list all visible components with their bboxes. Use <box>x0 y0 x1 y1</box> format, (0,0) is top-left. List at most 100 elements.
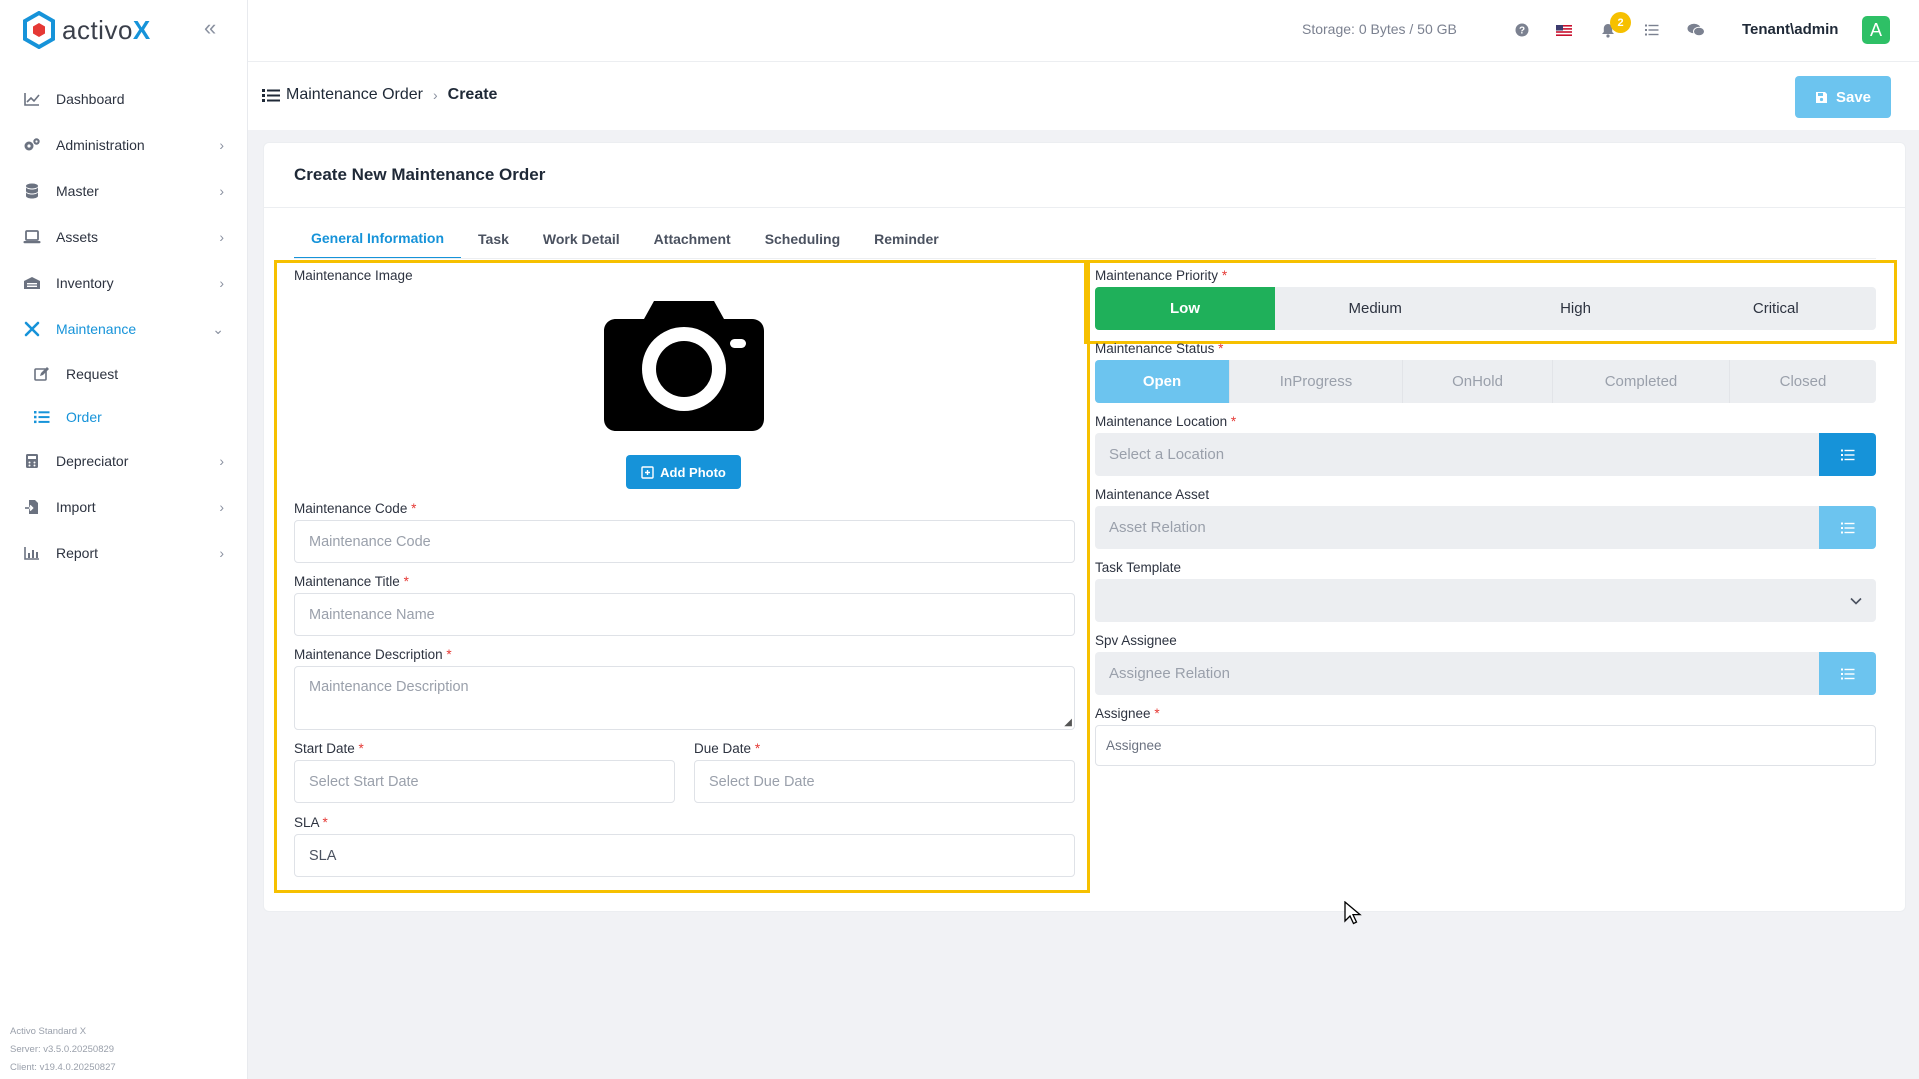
notification-badge: 2 <box>1610 12 1631 33</box>
priority-option-critical[interactable]: Critical <box>1676 287 1876 330</box>
chevron-right-icon: › <box>219 183 224 199</box>
laptop-icon <box>22 227 42 247</box>
chevron-right-icon: › <box>219 453 224 469</box>
page-header: Maintenance Order › Create Save <box>248 62 1919 130</box>
help-icon[interactable]: ? <box>1512 20 1532 40</box>
sidebar-item-report[interactable]: Report › <box>0 530 248 576</box>
tab-reminder[interactable]: Reminder <box>857 219 956 259</box>
maintenance-title-input[interactable]: Maintenance Name <box>294 593 1075 636</box>
asset-label: Maintenance Asset <box>1095 487 1210 502</box>
description-placeholder: Maintenance Description <box>309 679 469 695</box>
sidebar-item-maintenance[interactable]: Maintenance ⌄ <box>0 306 248 352</box>
sidebar: activoX « Dashboard Administration › Mas… <box>0 0 248 1079</box>
database-icon <box>22 181 42 201</box>
us-flag-icon[interactable] <box>1554 20 1574 40</box>
tabs-divider <box>294 258 1876 259</box>
sidebar-item-label: Maintenance <box>56 321 137 337</box>
save-button-label: Save <box>1835 88 1872 106</box>
sla-label: SLA * <box>294 815 328 830</box>
priority-option-high[interactable]: High <box>1475 287 1675 330</box>
assignee-label: Assignee * <box>1095 706 1160 721</box>
product-name: Activo Standard X <box>10 1026 87 1037</box>
app-logo[interactable]: activoX <box>22 10 151 50</box>
list-filter-icon <box>1840 668 1854 679</box>
resize-handle-icon[interactable]: ◢ <box>1064 717 1072 728</box>
spv-assignee-label: Spv Assignee <box>1095 633 1177 648</box>
hexagon-logo-icon <box>23 11 55 49</box>
priority-segmented-control: Low Medium High Critical <box>1095 287 1876 330</box>
sidebar-item-label: Import <box>56 499 96 515</box>
maintenance-description-textarea[interactable]: Maintenance Description ◢ <box>294 666 1075 730</box>
tools-icon <box>22 319 42 339</box>
sidebar-item-label: Dashboard <box>56 91 125 107</box>
asset-picker-button[interactable] <box>1819 506 1876 549</box>
sidebar-subitem-order[interactable]: Order <box>0 395 248 438</box>
camera-icon <box>604 301 764 431</box>
sidebar-item-assets[interactable]: Assets › <box>0 214 248 260</box>
tab-work-detail[interactable]: Work Detail <box>526 219 637 259</box>
chevron-down-icon: ⌄ <box>212 321 224 337</box>
sla-input[interactable]: SLA <box>294 834 1075 877</box>
priority-option-low[interactable]: Low <box>1095 287 1275 330</box>
sidebar-item-dashboard[interactable]: Dashboard <box>0 76 248 122</box>
assignee-input[interactable]: Assignee <box>1095 725 1876 766</box>
breadcrumb-parent[interactable]: Maintenance Order <box>286 86 423 104</box>
due-date-input[interactable]: Select Due Date <box>694 760 1075 803</box>
tenant-user[interactable]: Tenant\admin <box>1742 21 1838 38</box>
tab-general-information[interactable]: General Information <box>294 219 462 259</box>
sidebar-item-label: Administration <box>56 137 145 153</box>
sidebar-item-inventory[interactable]: Inventory › <box>0 260 248 306</box>
asset-select-input[interactable]: Asset Relation <box>1095 506 1819 549</box>
location-picker-button[interactable] <box>1819 433 1876 476</box>
sidebar-item-label: Report <box>56 545 99 561</box>
description-label: Maintenance Description * <box>294 647 452 662</box>
status-option-open[interactable]: Open <box>1095 360 1230 403</box>
add-photo-label: Add Photo <box>660 464 726 480</box>
sidebar-item-master[interactable]: Master › <box>0 168 248 214</box>
location-label: Maintenance Location * <box>1095 414 1237 429</box>
sidebar-item-label: Inventory <box>56 275 114 291</box>
spv-assignee-picker-button[interactable] <box>1819 652 1876 695</box>
priority-label: Maintenance Priority * <box>1095 268 1228 283</box>
maintenance-code-input[interactable]: Maintenance Code <box>294 520 1075 563</box>
task-template-select[interactable] <box>1095 579 1876 622</box>
list-icon <box>32 407 52 427</box>
add-photo-button[interactable]: Add Photo <box>626 455 741 489</box>
sidebar-subitem-request[interactable]: Request <box>0 352 248 395</box>
sidebar-item-depreciator[interactable]: Depreciator › <box>0 438 248 484</box>
tab-scheduling[interactable]: Scheduling <box>748 219 857 259</box>
location-select-input[interactable]: Select a Location <box>1095 433 1819 476</box>
chat-icon[interactable] <box>1686 20 1706 40</box>
start-date-label: Start Date * <box>294 741 364 756</box>
status-option-closed[interactable]: Closed <box>1730 360 1876 403</box>
calculator-icon <box>22 451 42 471</box>
start-date-input[interactable]: Select Start Date <box>294 760 675 803</box>
sidebar-item-administration[interactable]: Administration › <box>0 122 248 168</box>
chevron-right-icon: › <box>219 137 224 153</box>
tasks-list-icon[interactable] <box>1642 20 1662 40</box>
status-option-onhold[interactable]: OnHold <box>1403 360 1553 403</box>
image-plus-icon <box>641 465 654 479</box>
status-option-inprogress[interactable]: InProgress <box>1230 360 1403 403</box>
priority-option-medium[interactable]: Medium <box>1275 287 1475 330</box>
gears-icon <box>22 135 42 155</box>
server-version: Server: v3.5.0.20250829 <box>10 1044 115 1055</box>
sidebar-item-import[interactable]: Import › <box>0 484 248 530</box>
tab-task[interactable]: Task <box>461 219 526 259</box>
tab-attachment[interactable]: Attachment <box>637 219 748 259</box>
version-info: Activo Standard X Server: v3.5.0.2025082… <box>10 1023 116 1077</box>
breadcrumb-current: Create <box>447 86 498 103</box>
sidebar-nav: Dashboard Administration › Master › Asse… <box>0 76 248 576</box>
sidebar-item-label: Order <box>66 408 102 425</box>
collapse-sidebar-icon[interactable]: « <box>204 17 216 39</box>
sidebar-item-label: Request <box>66 365 119 382</box>
top-header: Storage: 0 Bytes / 50 GB ? 2 Tenant\admi… <box>248 0 1919 62</box>
status-option-completed[interactable]: Completed <box>1553 360 1730 403</box>
bar-chart-icon <box>22 543 42 563</box>
chevron-right-icon: › <box>219 499 224 515</box>
avatar[interactable]: A <box>1862 16 1890 44</box>
image-label: Maintenance Image <box>294 268 413 283</box>
status-segmented-control: Open InProgress OnHold Completed Closed <box>1095 360 1876 403</box>
save-button[interactable]: Save <box>1795 76 1891 118</box>
spv-assignee-select-input[interactable]: Assignee Relation <box>1095 652 1819 695</box>
